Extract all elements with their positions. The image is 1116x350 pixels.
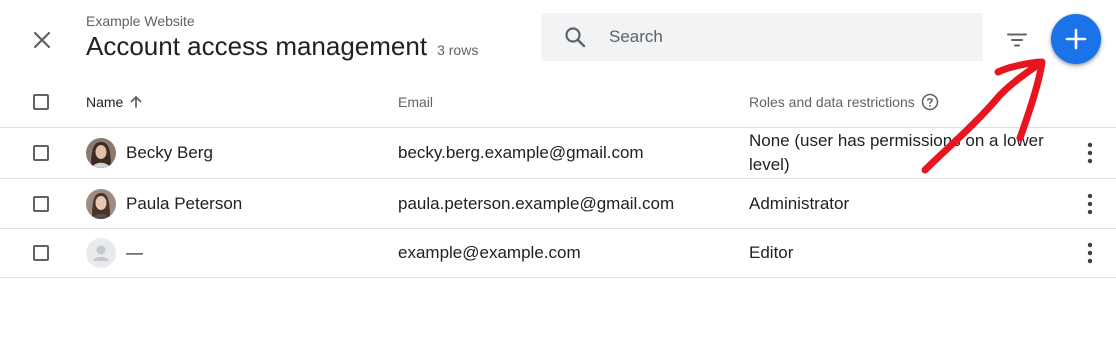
- user-name: Becky Berg: [126, 143, 213, 162]
- more-vert-icon: [1087, 193, 1093, 214]
- user-name: —: [126, 243, 143, 262]
- search-bar[interactable]: [541, 13, 983, 61]
- user-name: Paula Peterson: [126, 193, 243, 213]
- row-menu-button[interactable]: [1080, 139, 1100, 167]
- filter-button[interactable]: [1003, 26, 1031, 54]
- user-role: Administrator: [749, 193, 850, 213]
- row-count: 3 rows: [437, 42, 479, 58]
- filter-icon: [1007, 33, 1027, 47]
- table-header: Name Email Roles and data restrictions: [0, 77, 1116, 128]
- add-user-button[interactable]: [1051, 14, 1101, 64]
- row-menu-button[interactable]: [1080, 190, 1100, 218]
- user-email: becky.berg.example@gmail.com: [398, 143, 644, 162]
- user-email: example@example.com: [398, 243, 581, 262]
- row-checkbox[interactable]: [33, 195, 49, 212]
- help-button[interactable]: [921, 93, 939, 111]
- search-icon: [565, 27, 586, 48]
- close-icon: [33, 31, 51, 49]
- avatar: [86, 188, 116, 219]
- table-row[interactable]: — example@example.com Editor: [0, 229, 1116, 278]
- row-checkbox[interactable]: [33, 245, 49, 261]
- user-role: None (user has permissions on a lower le…: [749, 131, 1044, 174]
- row-checkbox[interactable]: [33, 145, 49, 161]
- name-column-header[interactable]: Name: [86, 94, 143, 110]
- avatar: [86, 238, 116, 268]
- close-button[interactable]: [28, 26, 56, 54]
- search-input[interactable]: [609, 27, 969, 47]
- row-menu-button[interactable]: [1080, 239, 1100, 267]
- sort-arrow-up-icon: [130, 96, 142, 108]
- table-row[interactable]: Becky Berg becky.berg.example@gmail.com …: [0, 128, 1116, 179]
- user-role: Editor: [749, 243, 794, 262]
- site-name: Example Website: [86, 13, 195, 29]
- roles-column-header: Roles and data restrictions: [749, 93, 939, 111]
- roles-column-label: Roles and data restrictions: [749, 94, 915, 110]
- more-vert-icon: [1087, 242, 1093, 264]
- help-circle-icon: [921, 93, 939, 111]
- name-column-label: Name: [86, 94, 124, 110]
- more-vert-icon: [1087, 142, 1093, 164]
- plus-icon: [1065, 28, 1087, 50]
- user-email: paula.peterson.example@gmail.com: [398, 193, 675, 213]
- table-row[interactable]: Paula Peterson paula.peterson.example@gm…: [0, 179, 1116, 229]
- select-all-checkbox[interactable]: [33, 94, 49, 110]
- email-column-header: Email: [398, 94, 434, 110]
- avatar: [86, 138, 116, 168]
- title-row: Account access management 3 rows: [86, 31, 478, 62]
- page-title: Account access management: [86, 31, 428, 61]
